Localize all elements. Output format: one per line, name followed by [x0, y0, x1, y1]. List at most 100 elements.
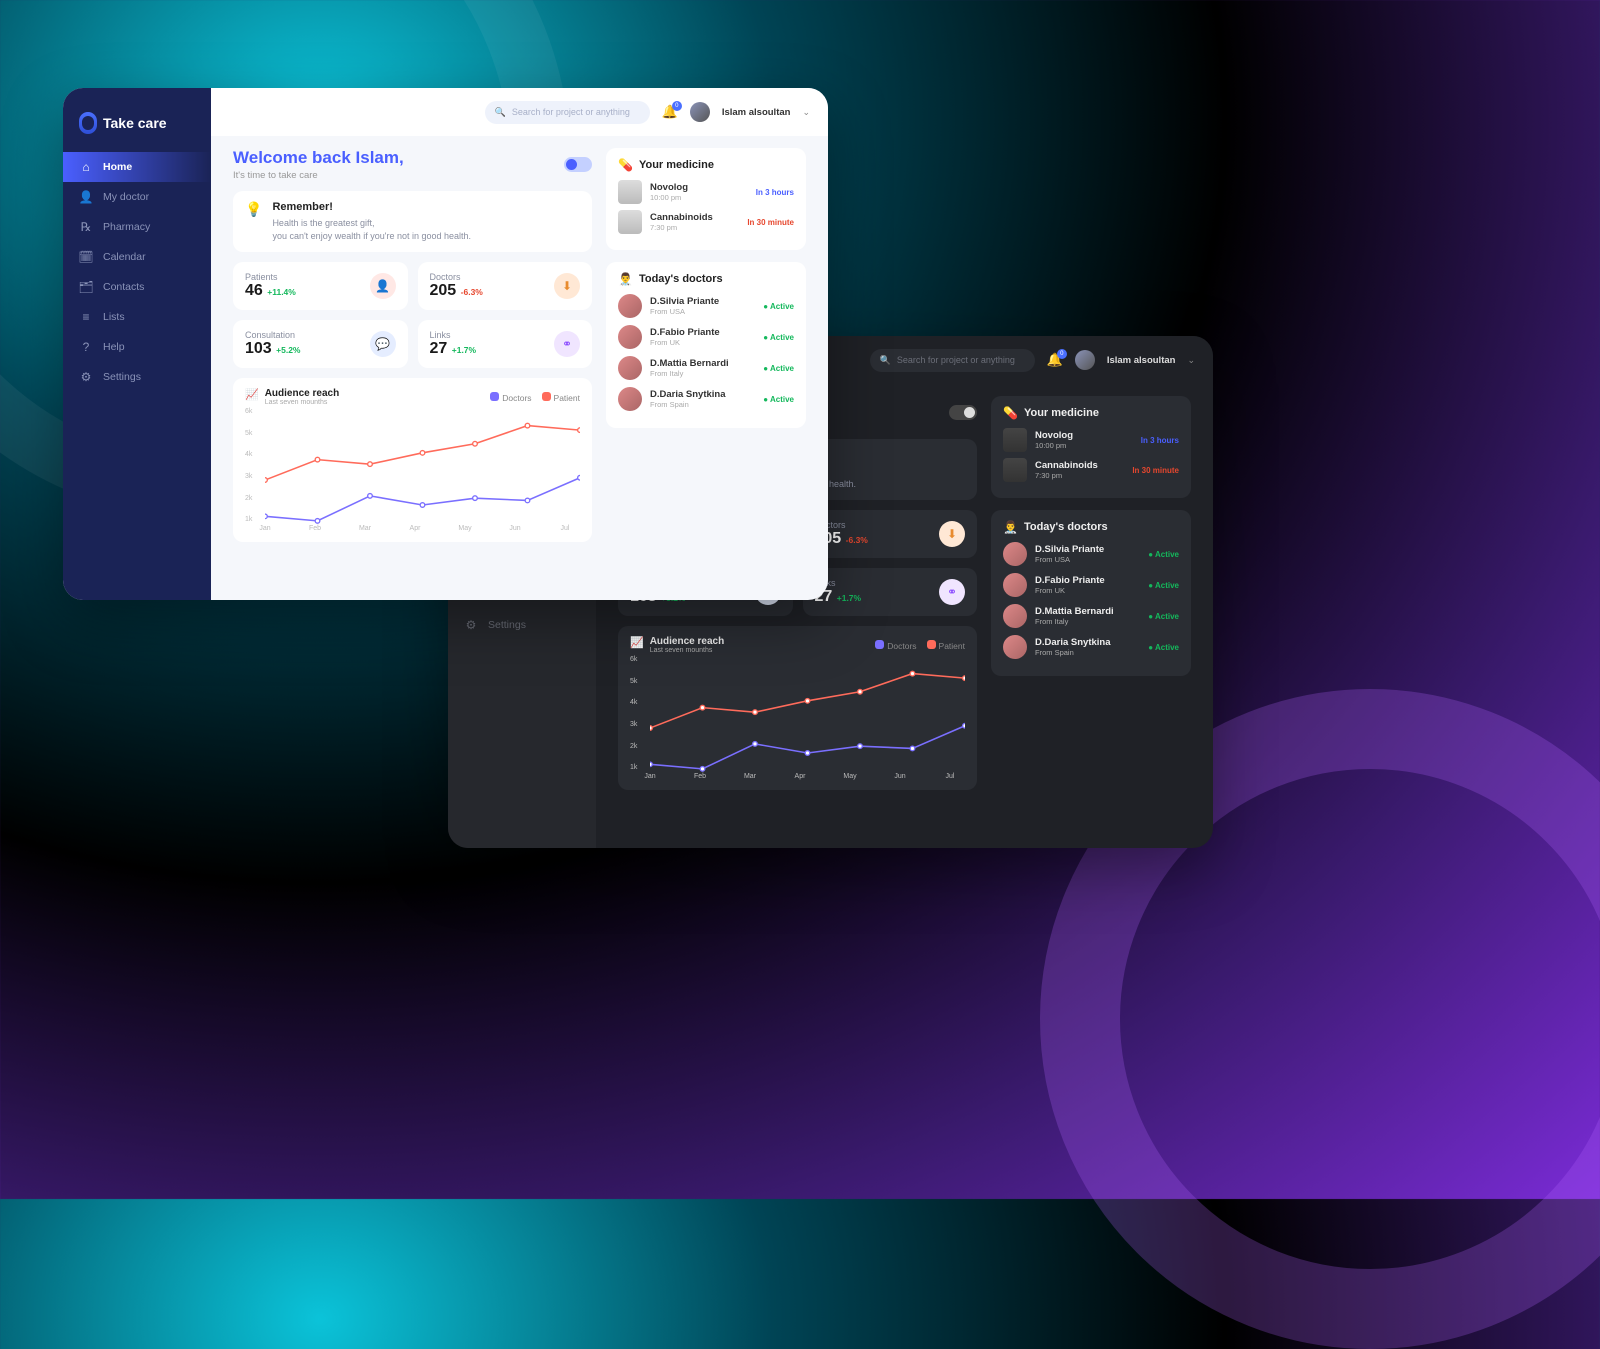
- sidebar-item-my-doctor[interactable]: 👤 My doctor: [63, 182, 211, 212]
- nav-icon: ⌂: [79, 160, 93, 174]
- chart-plot: 6k5k4k3k2k1kJanFebMarAprMayJunJul: [630, 660, 965, 780]
- dashboard-light: Take care ⌂ Home 👤 My doctor ℞ Pharmacy 🗓 Calen…: [63, 88, 828, 600]
- stat-icon: ⬇: [939, 521, 965, 547]
- remember-title: Remember!: [272, 201, 471, 213]
- sidebar-item-pharmacy[interactable]: ℞ Pharmacy: [63, 212, 211, 242]
- doctor-row[interactable]: D.Fabio PrianteFrom UKActive: [1003, 573, 1179, 597]
- nav-list: ⌂ Home 👤 My doctor ℞ Pharmacy 🗓 Calendar 🗂Contac…: [63, 152, 211, 392]
- search-input[interactable]: 🔍 Search for project or anything: [870, 349, 1035, 372]
- medicine-panel: 💊Your medicine Novolog10:00 pmIn 3 hours…: [606, 148, 806, 250]
- nav-label: Calendar: [103, 251, 146, 263]
- doctor-avatar: [1003, 542, 1027, 566]
- pill-icon: 💊: [618, 158, 633, 172]
- chevron-down-icon[interactable]: ⌄: [802, 107, 810, 118]
- doctor-row[interactable]: D.Daria SnytkinaFrom SpainActive: [618, 387, 794, 411]
- sidebar-item-calendar[interactable]: 🗓 Calendar: [63, 242, 211, 272]
- stat-patients[interactable]: Patients46 +11.4%👤: [233, 262, 408, 310]
- pill-icon: 💊: [1003, 406, 1018, 420]
- stat-links[interactable]: Links27 +1.7%⚭: [803, 568, 978, 616]
- logo-icon: [79, 112, 97, 134]
- sidebar-item-contacts[interactable]: 🗂Contacts: [63, 272, 211, 302]
- medicine-row[interactable]: Novolog10:00 pmIn 3 hours: [618, 180, 794, 204]
- trend-icon: 📈: [630, 636, 644, 649]
- doctors-panel: 👨‍⚕️Today's doctors D.Silvia PrianteFrom…: [606, 262, 806, 428]
- brand-name: Take care: [103, 115, 167, 131]
- sidebar-item-help[interactable]: ? Help: [63, 332, 211, 362]
- nav-label: My doctor: [103, 191, 149, 203]
- doctors-panel: 👨‍⚕️Today's doctors D.Silvia PrianteFrom…: [991, 510, 1191, 676]
- stat-icon: ⚭: [554, 331, 580, 357]
- doctor-avatar: [1003, 604, 1027, 628]
- doctor-row[interactable]: D.Mattia BernardiFrom ItalyActive: [618, 356, 794, 380]
- nav-label: Home: [103, 161, 132, 173]
- theme-toggle[interactable]: [564, 157, 592, 172]
- stat-icon: 💬: [370, 331, 396, 357]
- welcome-title: Welcome back Islam,: [233, 148, 404, 168]
- trend-icon: 📈: [245, 388, 259, 401]
- avatar[interactable]: [1075, 350, 1095, 370]
- doctor-row[interactable]: D.Silvia PrianteFrom USAActive: [618, 294, 794, 318]
- nav-icon: 🗓: [79, 250, 93, 264]
- doctor-row[interactable]: D.Mattia BernardiFrom ItalyActive: [1003, 604, 1179, 628]
- avatar[interactable]: [690, 102, 710, 122]
- doctor-icon: 👨‍⚕️: [618, 272, 633, 286]
- search-input[interactable]: 🔍 Search for project or anything: [485, 101, 650, 124]
- search-placeholder: Search for project or anything: [897, 355, 1015, 365]
- doctor-avatar: [618, 325, 642, 349]
- notification-icon[interactable]: 🔔0: [1047, 352, 1063, 368]
- nav-icon: ⚙: [464, 618, 478, 632]
- medicine-image: [618, 180, 642, 204]
- nav-label: Settings: [488, 619, 526, 631]
- notif-badge: 0: [672, 101, 682, 111]
- doctor-icon: 👨‍⚕️: [1003, 520, 1018, 534]
- sidebar-item-home[interactable]: ⌂ Home: [63, 152, 211, 182]
- doctor-row[interactable]: D.Fabio PrianteFrom UKActive: [618, 325, 794, 349]
- notification-icon[interactable]: 🔔0: [662, 104, 678, 120]
- bulb-icon: 💡: [245, 201, 262, 242]
- topbar: 🔍 Search for project or anything 🔔0 Isla…: [211, 88, 828, 136]
- stat-consultation[interactable]: Consultation103 +5.2%💬: [233, 320, 408, 368]
- chart-title: Audience reach: [265, 388, 339, 399]
- remember-card: 💡 Remember! Health is the greatest gift,…: [233, 191, 592, 252]
- stat-icon: ⚭: [939, 579, 965, 605]
- stat-links[interactable]: Links27 +1.7%⚭: [418, 320, 593, 368]
- nav-icon: ℞: [79, 220, 93, 234]
- doctor-row[interactable]: D.Silvia PrianteFrom USAActive: [1003, 542, 1179, 566]
- sidebar-item-settings[interactable]: ⚙ Settings: [448, 610, 596, 640]
- nav-icon: 👤: [79, 190, 93, 204]
- chart-card: 📈 Audience reachLast seven mounths Docto…: [618, 626, 977, 790]
- doctor-avatar: [618, 387, 642, 411]
- doctor-avatar: [618, 294, 642, 318]
- stat-grid: Patients46 +11.4%👤Doctors205 -6.3%⬇Consu…: [233, 262, 592, 368]
- medicine-image: [1003, 428, 1027, 452]
- medicine-image: [618, 210, 642, 234]
- nav-icon: ⚙: [79, 370, 93, 384]
- medicine-row[interactable]: Cannabinoids7:30 pmIn 30 minute: [618, 210, 794, 234]
- nav-icon: ?: [79, 340, 93, 354]
- sidebar-item-settings[interactable]: ⚙Settings: [63, 362, 211, 392]
- search-icon: 🔍: [495, 107, 506, 118]
- chart-legend: Doctors Patient: [490, 392, 580, 403]
- stat-icon: ⬇: [554, 273, 580, 299]
- medicine-row[interactable]: Novolog10:00 pmIn 3 hours: [1003, 428, 1179, 452]
- sidebar-item-lists[interactable]: ≡Lists: [63, 302, 211, 332]
- stat-icon: 👤: [370, 273, 396, 299]
- chart-subtitle: Last seven mounths: [265, 399, 339, 406]
- doctor-avatar: [1003, 635, 1027, 659]
- logo: Take care: [63, 104, 211, 152]
- nav-label: Pharmacy: [103, 221, 150, 233]
- stat-doctors[interactable]: Doctors205 -6.3%⬇: [418, 262, 593, 310]
- medicine-row[interactable]: Cannabinoids7:30 pmIn 30 minute: [1003, 458, 1179, 482]
- doctor-avatar: [1003, 573, 1027, 597]
- doctor-row[interactable]: D.Daria SnytkinaFrom SpainActive: [1003, 635, 1179, 659]
- nav-label: Help: [103, 341, 125, 353]
- chevron-down-icon[interactable]: ⌄: [1187, 355, 1195, 366]
- nav-icon: ≡: [79, 310, 93, 324]
- chart-card: 📈 Audience reach Last seven mounths Doct…: [233, 378, 592, 542]
- medicine-panel: 💊Your medicine Novolog10:00 pmIn 3 hours…: [991, 396, 1191, 498]
- theme-toggle[interactable]: [949, 405, 977, 420]
- sidebar: Take care ⌂ Home 👤 My doctor ℞ Pharmacy 🗓 Calen…: [63, 88, 211, 600]
- nav-label: Contacts: [103, 281, 144, 293]
- doctor-avatar: [618, 356, 642, 380]
- stat-doctors[interactable]: Doctors205 -6.3%⬇: [803, 510, 978, 558]
